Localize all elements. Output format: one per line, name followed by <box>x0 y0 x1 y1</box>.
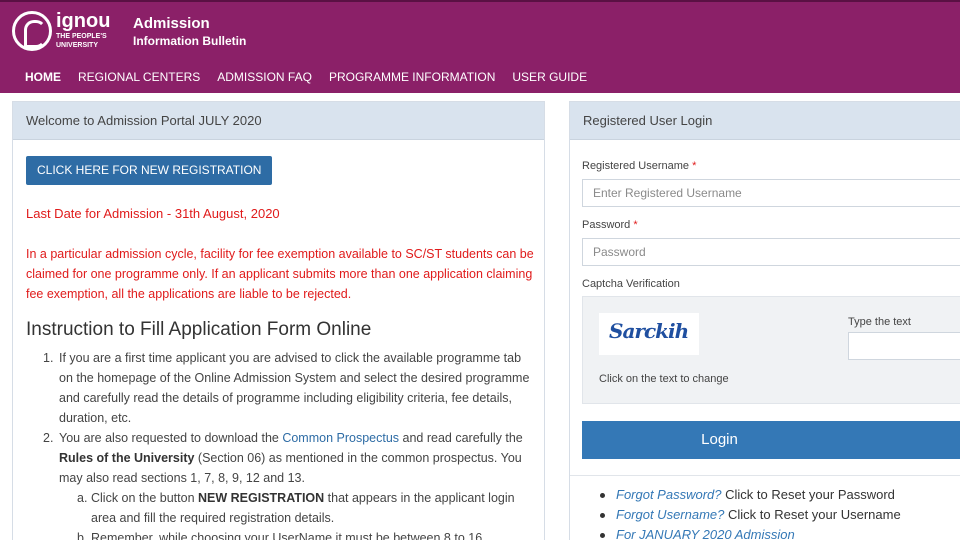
common-prospectus-link[interactable]: Common Prospectus <box>282 431 399 445</box>
password-label: Password * <box>582 219 638 231</box>
nav-home[interactable]: HOME <box>25 70 61 84</box>
list-item: 2. You are also requested to download th… <box>26 428 536 488</box>
instructions-title: Instruction to Fill Application Form Onl… <box>26 319 372 340</box>
link-description: Click to Reset your Password <box>721 487 895 502</box>
logo-emblem-icon <box>12 11 52 51</box>
nav-regional-centers[interactable]: REGIONAL CENTERS <box>78 70 200 84</box>
captcha-label: Captcha Verification <box>582 278 680 290</box>
logo-tagline: THE PEOPLE'S UNIVERSITY <box>56 33 107 49</box>
username-label: Registered Username * <box>582 160 696 172</box>
main-nav: HOME REGIONAL CENTERS ADMISSION FAQ PROG… <box>25 70 604 84</box>
instruction-text: Remember, while choosing your UserName i… <box>91 531 483 540</box>
list-number: 1. <box>43 351 54 365</box>
ignou-logo[interactable]: ignou THE PEOPLE'S UNIVERSITY <box>12 10 112 54</box>
instruction-text: You are also requested to download the <box>59 431 283 445</box>
list-item: 1. If you are a first time applicant you… <box>26 348 536 428</box>
type-text-label: Type the text <box>848 316 911 328</box>
nav-user-guide[interactable]: USER GUIDE <box>512 70 587 84</box>
site-header: ignou THE PEOPLE'S UNIVERSITY Admission … <box>0 0 960 93</box>
instruction-text: If you are a first time applicant you ar… <box>59 351 530 425</box>
new-registration-button[interactable]: CLICK HERE FOR NEW REGISTRATION <box>26 156 273 185</box>
last-date-notice: Last Date for Admission - 31th August, 2… <box>26 206 280 221</box>
list-item: For JANUARY 2020 Admission <box>600 525 901 540</box>
welcome-panel-heading: Welcome to Admission Portal JULY 2020 <box>13 102 544 140</box>
new-registration-text: NEW REGISTRATION <box>198 491 325 505</box>
january-admission-link[interactable]: For JANUARY 2020 Admission <box>616 527 795 540</box>
password-label-text: Password <box>582 219 631 231</box>
forgot-password-link[interactable]: Forgot Password? <box>616 487 722 502</box>
captcha-box: Sarckih Click on the text to change Type… <box>582 296 960 404</box>
logo-wordmark: ignou <box>56 10 111 32</box>
list-number: 2. <box>43 431 54 445</box>
list-item: Forgot Username? Click to Reset your Use… <box>600 505 901 525</box>
login-button[interactable]: Login <box>582 421 960 459</box>
login-panel: Registered User Login Registered Usernam… <box>569 101 960 540</box>
fee-exemption-warning: In a particular admission cycle, facilit… <box>26 247 534 301</box>
help-links: Forgot Password? Click to Reset your Pas… <box>600 485 901 540</box>
captcha-image[interactable]: Sarckih <box>599 313 699 355</box>
site-title: Admission Information Bulletin <box>133 15 246 49</box>
password-input[interactable] <box>582 238 960 266</box>
site-title-line1: Admission <box>133 15 210 32</box>
forgot-username-link[interactable]: Forgot Username? <box>616 507 724 522</box>
link-description: Click to Reset your Username <box>724 507 901 522</box>
list-letter: a. <box>77 491 88 505</box>
instruction-text: Click on the button <box>91 491 199 505</box>
divider <box>570 475 960 476</box>
list-item: a. Click on the button NEW REGISTRATION … <box>26 488 536 528</box>
list-item: Forgot Password? Click to Reset your Pas… <box>600 485 901 505</box>
list-letter: b. <box>77 531 88 540</box>
username-label-text: Registered Username <box>582 160 689 172</box>
nav-admission-faq[interactable]: ADMISSION FAQ <box>217 70 312 84</box>
welcome-panel: Welcome to Admission Portal JULY 2020 CL… <box>12 101 545 540</box>
username-input[interactable] <box>582 179 960 207</box>
rules-of-university-text: Rules of the University <box>59 451 195 465</box>
required-marker: * <box>633 219 638 231</box>
login-panel-heading: Registered User Login <box>570 102 960 140</box>
captcha-text: Sarckih <box>609 319 689 343</box>
captcha-input[interactable] <box>848 332 960 360</box>
captcha-hint: Click on the text to change <box>599 373 729 385</box>
instruction-text: and read carefully the <box>399 431 523 445</box>
list-item: b. Remember, while choosing your UserNam… <box>26 528 536 540</box>
nav-programme-information[interactable]: PROGRAMME INFORMATION <box>329 70 495 84</box>
required-marker: * <box>692 160 697 172</box>
site-title-line2: Information Bulletin <box>133 34 247 48</box>
instructions-list: 1. If you are a first time applicant you… <box>26 348 536 540</box>
